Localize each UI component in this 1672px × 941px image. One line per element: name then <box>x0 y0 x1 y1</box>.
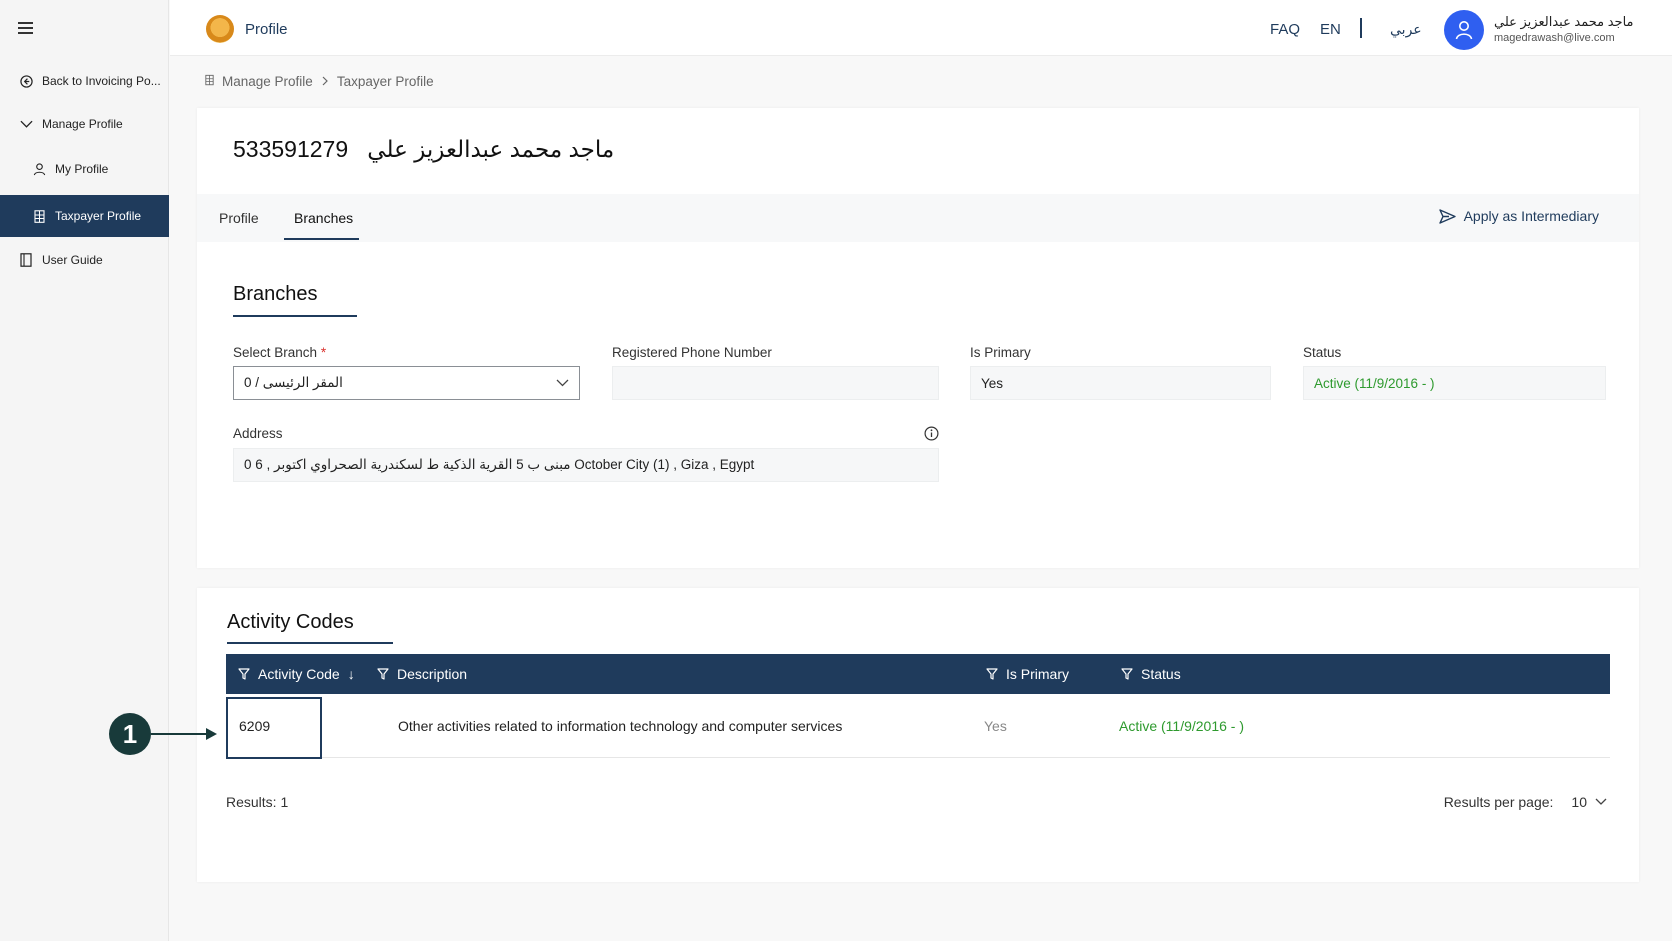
select-branch-value: 0 / المقر الرئيسى <box>244 375 343 390</box>
user-email: magedrawash@live.com <box>1494 32 1615 44</box>
book-icon <box>18 253 34 267</box>
results-per-page-value: 10 <box>1571 794 1587 810</box>
tab-profile[interactable]: Profile <box>219 210 259 226</box>
sidebar-item-taxpayer-profile[interactable]: Taxpayer Profile <box>0 195 169 237</box>
sidebar-item-label: Manage Profile <box>42 117 123 131</box>
language-ar-link[interactable]: عربي <box>1390 21 1422 38</box>
breadcrumb-taxpayer-profile[interactable]: Taxpayer Profile <box>337 74 434 89</box>
status-label: Status <box>1303 345 1342 360</box>
apply-as-intermediary-label: Apply as Intermediary <box>1463 208 1599 224</box>
column-header-description[interactable]: Description <box>377 666 467 682</box>
table-header: Activity Code ↓ Description Is Primary S… <box>226 654 1610 694</box>
annotation-badge: 1 <box>109 713 151 755</box>
header-divider <box>1360 18 1362 38</box>
address-field: 0 6 , مبنى ب 5 القرية الذكية ط لسكندرية … <box>233 448 939 482</box>
results-per-page: Results per page: 10 <box>1444 794 1607 810</box>
user-icon <box>31 162 47 176</box>
profile-card: 533591279 ماجد محمد عبدالعزيز علي Profil… <box>197 108 1639 568</box>
select-branch-label: Select Branch * <box>233 345 327 360</box>
address-label: Address <box>233 426 283 441</box>
taxpayer-number: 533591279 <box>233 136 349 162</box>
is-primary-label: Is Primary <box>970 345 1031 360</box>
breadcrumb-manage-profile[interactable]: Manage Profile <box>222 74 313 89</box>
back-circle-icon <box>18 74 34 88</box>
branches-section-title: Branches <box>233 283 318 305</box>
section-underline <box>233 315 357 317</box>
breadcrumb: Manage Profile Taxpayer Profile <box>205 74 434 89</box>
sidebar-item-back-to-invoicing[interactable]: Back to Invoicing Po... <box>0 61 169 101</box>
info-icon[interactable] <box>924 426 939 446</box>
taxpayer-name: ماجد محمد عبدالعزيز علي <box>367 136 615 162</box>
tab-branches[interactable]: Branches <box>294 210 353 226</box>
sidebar-item-user-guide[interactable]: User Guide <box>0 240 169 280</box>
section-underline <box>227 642 393 644</box>
chevron-down-icon <box>18 119 34 129</box>
faq-link[interactable]: FAQ <box>1270 21 1300 38</box>
results-per-page-select[interactable]: 10 <box>1571 794 1607 810</box>
sidebar-item-label: Back to Invoicing Po... <box>42 74 161 88</box>
page-title: 533591279 ماجد محمد عبدالعزيز علي <box>233 136 614 163</box>
user-icon <box>1455 21 1473 40</box>
sidebar-item-label: My Profile <box>55 162 109 176</box>
is-primary-field: Yes <box>970 366 1271 400</box>
building-icon <box>31 209 47 223</box>
filter-icon[interactable] <box>986 668 998 680</box>
filter-icon[interactable] <box>238 668 250 680</box>
sidebar-item-my-profile[interactable]: My Profile <box>0 149 169 189</box>
building-icon <box>205 74 214 89</box>
language-en-link[interactable]: EN <box>1320 21 1341 38</box>
avatar[interactable] <box>1444 10 1484 50</box>
sidebar-item-manage-profile[interactable]: Manage Profile <box>0 104 169 144</box>
cell-is-primary: Yes <box>984 718 1007 734</box>
cell-activity-code: 6209 <box>239 718 271 734</box>
logo <box>206 15 234 43</box>
table-row[interactable]: 6209 Other activities related to informa… <box>226 694 1610 759</box>
annotation-arrow <box>151 733 209 735</box>
sort-down-icon[interactable]: ↓ <box>348 666 355 682</box>
send-icon <box>1438 208 1456 224</box>
cell-description: Other activities related to information … <box>398 718 843 734</box>
required-marker: * <box>320 345 327 360</box>
column-header-status[interactable]: Status <box>1121 666 1181 682</box>
apply-as-intermediary-link[interactable]: Apply as Intermediary <box>1438 208 1599 224</box>
phone-label: Registered Phone Number <box>612 345 772 360</box>
user-name: ماجد محمد عبدالعزيز علي <box>1494 14 1634 29</box>
tabs-bar: Profile Branches Apply as Intermediary <box>197 194 1639 242</box>
active-tab-indicator <box>284 238 359 240</box>
results-count: Results: 1 <box>226 794 289 810</box>
sidebar-item-label: User Guide <box>42 253 103 267</box>
chevron-down-icon <box>556 379 569 387</box>
cell-status: Active (11/9/2016 - ) <box>1119 718 1245 734</box>
annotation-arrow-head <box>206 728 217 740</box>
column-header-activity-code[interactable]: Activity Code ↓ <box>238 666 355 682</box>
status-field: Active (11/9/2016 - ) <box>1303 366 1606 400</box>
filter-icon[interactable] <box>377 668 389 680</box>
menu-icon[interactable] <box>18 22 33 34</box>
results-per-page-label: Results per page: <box>1443 794 1554 810</box>
chevron-down-icon <box>1595 798 1607 805</box>
app-root: Back to Invoicing Po... Manage Profile M… <box>0 0 1672 941</box>
column-header-is-primary[interactable]: Is Primary <box>986 666 1069 682</box>
app-title: Profile <box>245 21 288 38</box>
top-header: Profile FAQ EN عربي ماجد محمد عبدالعزيز … <box>170 0 1672 56</box>
select-branch-dropdown[interactable]: 0 / المقر الرئيسى <box>233 366 580 400</box>
sidebar-item-label: Taxpayer Profile <box>55 209 142 223</box>
registered-phone-field <box>612 366 939 400</box>
activity-codes-card: Activity Codes Activity Code ↓ Descripti… <box>197 588 1639 882</box>
activity-codes-section-title: Activity Codes <box>227 611 354 633</box>
sidebar: Back to Invoicing Po... Manage Profile M… <box>0 0 169 941</box>
filter-icon[interactable] <box>1121 668 1133 680</box>
chevron-right-icon <box>321 74 329 89</box>
